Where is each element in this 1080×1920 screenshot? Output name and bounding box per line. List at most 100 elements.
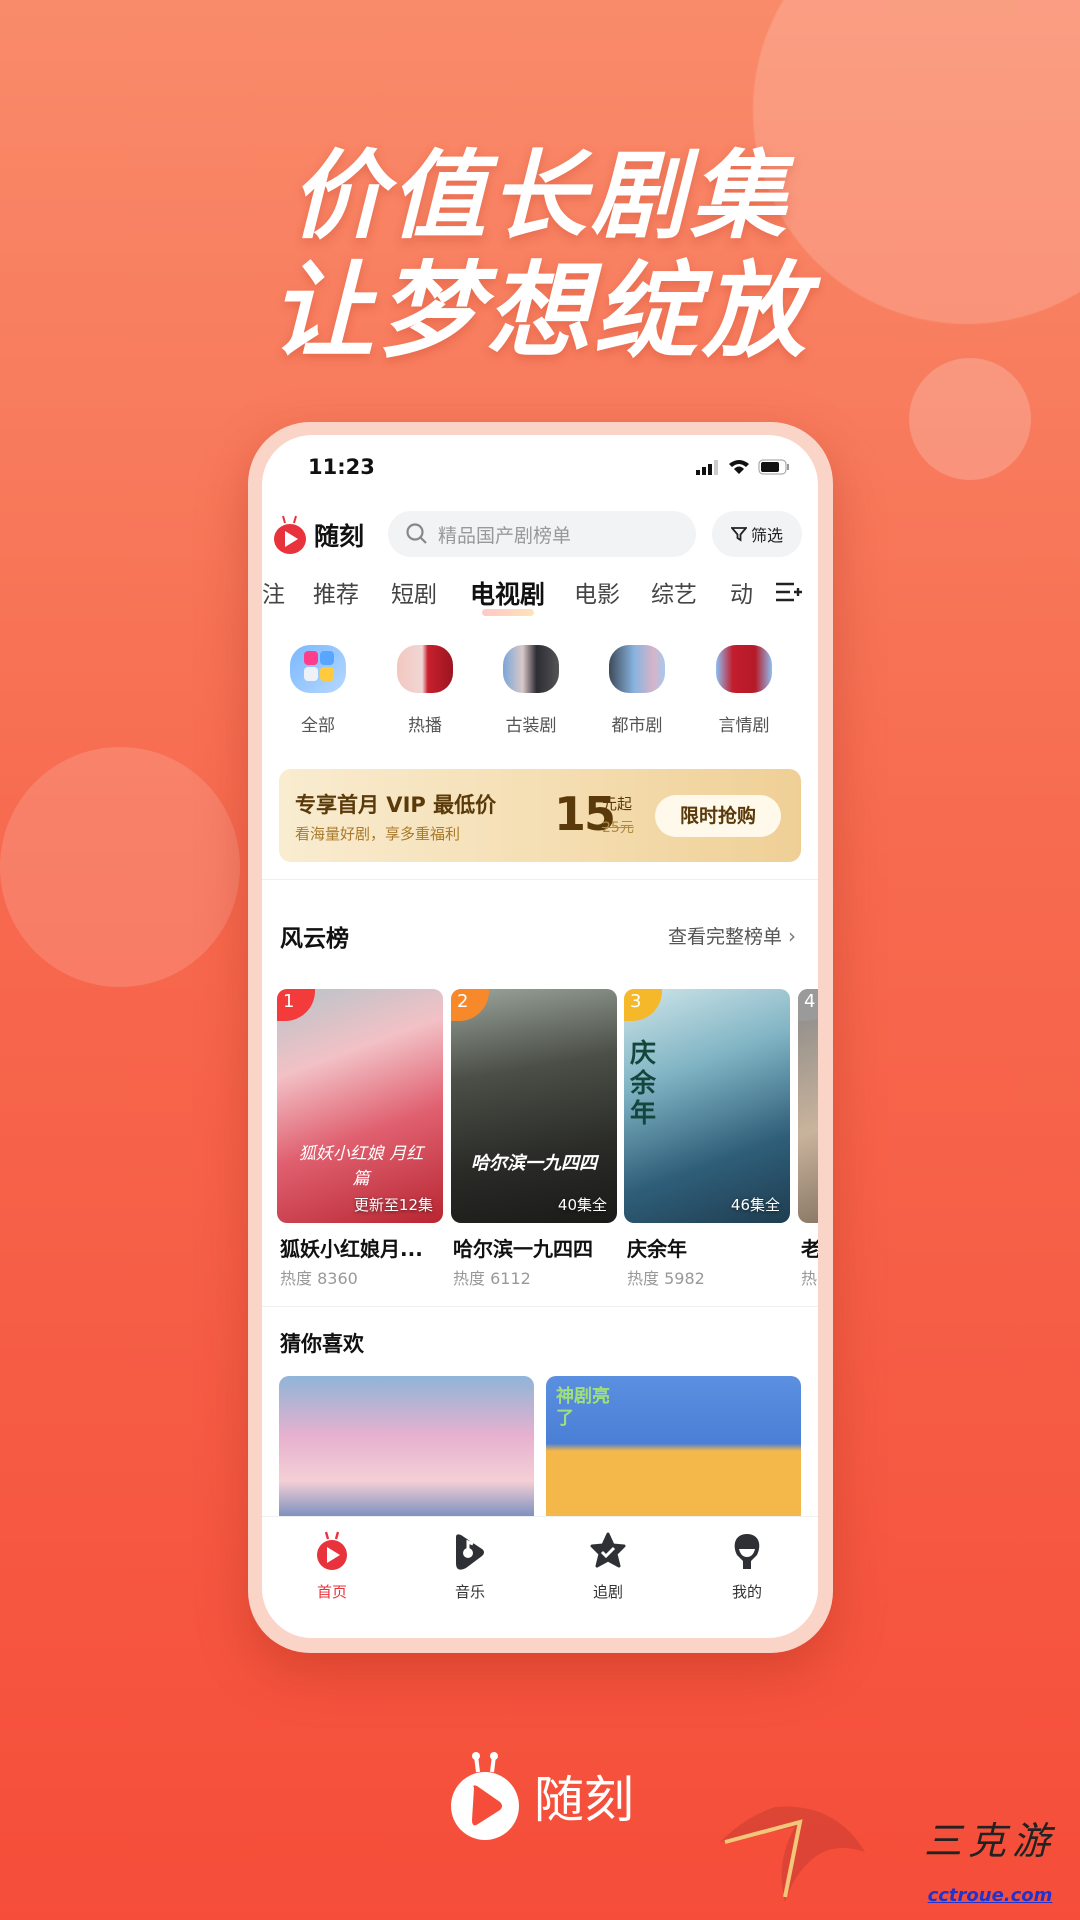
- recommend-card-2[interactable]: 神剧亮了: [546, 1376, 801, 1526]
- brand-logo-icon: [451, 1752, 519, 1840]
- drama-heat: 热: [801, 1269, 818, 1288]
- nav-home[interactable]: 首页: [292, 1531, 372, 1602]
- tab-variety[interactable]: 综艺: [651, 575, 697, 609]
- rank-badge: 4: [798, 989, 818, 1021]
- drama-heat: 热度 5982: [627, 1269, 705, 1288]
- nav-label: 我的: [731, 1583, 762, 1601]
- vip-price-unit: 元起: [602, 795, 633, 813]
- filter-button[interactable]: 筛选: [712, 511, 802, 557]
- category-label: 都市剧: [611, 716, 663, 736]
- recommend-card-1[interactable]: [279, 1376, 534, 1526]
- filter-icon: [730, 527, 747, 542]
- tab-short-drama[interactable]: 短剧: [391, 575, 437, 609]
- category-all[interactable]: 全部: [273, 645, 363, 736]
- music-icon: [456, 1534, 484, 1570]
- category-label: 热播: [408, 716, 442, 736]
- ranking-card-4[interactable]: 4: [798, 989, 818, 1223]
- status-icons: [696, 459, 790, 475]
- nav-music[interactable]: 音乐: [430, 1531, 510, 1602]
- rank-badge: 2: [451, 989, 489, 1021]
- watermark-text: 三克游: [923, 1819, 1056, 1863]
- tab-recommend[interactable]: 推荐: [313, 575, 359, 609]
- watermark-bird-logo: [720, 1806, 865, 1902]
- brand-logo: 随刻: [448, 1750, 634, 1842]
- divider: [262, 1306, 818, 1307]
- category-urban[interactable]: 都市剧: [592, 645, 682, 736]
- tab-movie[interactable]: 电影: [574, 575, 620, 609]
- vip-buy-button[interactable]: 限时抢购: [655, 795, 781, 837]
- drama-title[interactable]: 哈尔滨一九四四: [453, 1233, 619, 1262]
- nav-follow-drama[interactable]: 追剧: [568, 1531, 648, 1602]
- active-tab-indicator: [482, 609, 534, 616]
- ranking-card-2[interactable]: 2 哈尔滨一九四四 40集全: [451, 989, 617, 1223]
- tab-menu-icon[interactable]: [774, 581, 802, 603]
- search-placeholder: 精品国产剧榜单: [438, 524, 572, 547]
- chevron-right-icon: ›: [788, 923, 796, 948]
- category-thumbnail: [716, 645, 772, 693]
- episode-status: 46集全: [730, 1196, 780, 1214]
- episode-status: 40集全: [557, 1196, 607, 1214]
- drama-heat: 热度 8360: [280, 1269, 358, 1288]
- recommend-title: 猜你喜欢: [280, 1332, 364, 1356]
- search-input[interactable]: 精品国产剧榜单: [388, 511, 696, 557]
- nav-label: 追剧: [592, 1583, 623, 1601]
- home-play-icon: [317, 1531, 347, 1570]
- ranking-card-1[interactable]: 1 狐妖小红娘 月红篇 更新至12集: [277, 989, 443, 1223]
- nav-profile[interactable]: 我的: [707, 1531, 787, 1602]
- category-tabs: 注 推荐 短剧 电视剧 电影 综艺 动: [262, 575, 818, 616]
- app-logo-icon: [274, 515, 306, 554]
- poster-title-art: 神剧亮了: [556, 1386, 610, 1429]
- poster-title-art: 庆余年: [630, 1039, 657, 1129]
- poster-title-art: 哈尔滨一九四四: [471, 1153, 597, 1174]
- category-thumbnail: [397, 645, 453, 693]
- app-logo: 随刻: [272, 515, 364, 555]
- ranking-more-link[interactable]: 查看完整榜单 ›: [668, 922, 796, 949]
- category-thumbnail: [503, 645, 559, 693]
- drama-title[interactable]: 老: [801, 1233, 818, 1262]
- category-hot[interactable]: 热播: [380, 645, 470, 736]
- drama-heat: 热度 6112: [453, 1269, 531, 1288]
- bottom-nav: 首页 音乐 追剧 我的: [262, 1516, 818, 1638]
- headline-2: 让梦想绽放: [269, 250, 810, 372]
- category-costume[interactable]: 古装剧: [486, 645, 576, 736]
- decor-circle: [0, 747, 240, 987]
- poster-title-art: 狐妖小红娘 月红篇: [298, 1144, 424, 1189]
- filter-label: 筛选: [750, 526, 783, 545]
- category-romance[interactable]: 言情剧: [699, 645, 789, 736]
- category-label: 古装剧: [505, 716, 557, 736]
- wifi-icon: [729, 460, 749, 474]
- ranking-title: 风云榜: [280, 926, 349, 952]
- star-check-icon: [590, 1532, 626, 1568]
- tab-tv-drama[interactable]: 电视剧: [470, 575, 545, 611]
- category-label: 全部: [301, 716, 335, 736]
- vip-title: 专享首月 VIP 最低价: [295, 793, 497, 817]
- tab-follow[interactable]: 注: [262, 575, 285, 609]
- drama-title[interactable]: 狐妖小红娘月...: [280, 1233, 440, 1262]
- ranking-more-label: 查看完整榜单: [667, 926, 782, 948]
- episode-status: 更新至12集: [353, 1196, 433, 1214]
- divider: [262, 879, 818, 880]
- vip-original-price: 25元: [602, 820, 634, 836]
- signal-icon: [696, 459, 718, 475]
- nav-label: 音乐: [454, 1583, 485, 1601]
- rank-badge: 3: [624, 989, 662, 1021]
- category-thumbnail: [609, 645, 665, 693]
- vip-subtitle: 看海量好剧，享多重福利: [295, 825, 461, 843]
- drama-title[interactable]: 庆余年: [627, 1233, 787, 1262]
- nav-label: 首页: [316, 1583, 347, 1601]
- grid-apps-icon: [290, 645, 346, 693]
- battery-icon: [758, 459, 789, 475]
- category-label: 言情剧: [718, 716, 770, 736]
- search-icon: [406, 523, 427, 544]
- watermark: 三克游 cctroue.com: [900, 1810, 1080, 1906]
- tab-anime[interactable]: 动: [730, 575, 753, 609]
- app-name: 随刻: [314, 522, 365, 551]
- profile-icon: [734, 1534, 760, 1569]
- status-time: 11:23: [308, 455, 375, 479]
- phone-screen: 11:23 随刻 精品国产剧榜单 筛选 注 推荐 短剧 电视剧 电影 综艺 动 …: [262, 435, 818, 1638]
- watermark-url: cctroue.com: [927, 1885, 1053, 1906]
- brand-name: 随刻: [534, 1771, 634, 1829]
- vip-banner[interactable]: 专享首月 VIP 最低价 看海量好剧，享多重福利 15 元起 25元 限时抢购: [279, 769, 801, 862]
- rank-badge: 1: [277, 989, 315, 1021]
- ranking-card-3[interactable]: 3 庆余年 46集全: [624, 989, 790, 1223]
